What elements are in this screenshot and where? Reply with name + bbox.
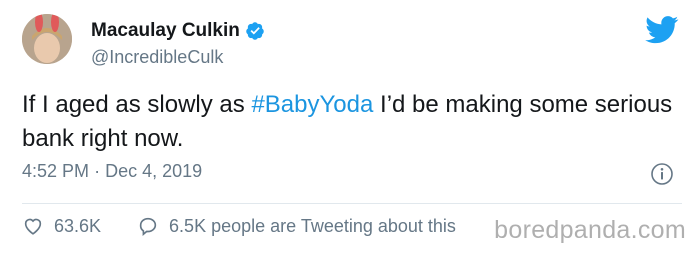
- watermark: boredpanda.com: [494, 216, 686, 244]
- info-icon[interactable]: [650, 162, 674, 186]
- tweet-time: 4:52 PM: [22, 161, 90, 181]
- twitter-bird-icon[interactable]: [645, 16, 679, 44]
- avatar[interactable]: [22, 14, 72, 64]
- like-count: 63.6K: [54, 215, 102, 236]
- tweet-text: If I aged as slowly as #BabyYoda I’d be …: [22, 88, 682, 156]
- like-button[interactable]: 63.6K: [22, 215, 101, 237]
- divider: [22, 203, 682, 204]
- hashtag-link[interactable]: #BabyYoda: [251, 91, 373, 118]
- meta-separator: ·: [94, 161, 101, 181]
- verified-badge-icon: [246, 22, 264, 40]
- heart-icon: [24, 218, 42, 235]
- user-handle[interactable]: @IncredibleCulk: [91, 47, 223, 68]
- tweeting-about-text: 6.5K people are Tweeting about this: [169, 215, 456, 236]
- tweet-timestamp[interactable]: 4:52 PM · Dec 4, 2019: [22, 161, 202, 182]
- display-name[interactable]: Macaulay Culkin: [91, 20, 240, 42]
- replies-button[interactable]: 6.5K people are Tweeting about this: [137, 215, 456, 237]
- reply-bubble-icon: [139, 217, 157, 237]
- tweet-text-before: If I aged as slowly as: [22, 91, 252, 118]
- tweet-date: Dec 4, 2019: [105, 161, 203, 181]
